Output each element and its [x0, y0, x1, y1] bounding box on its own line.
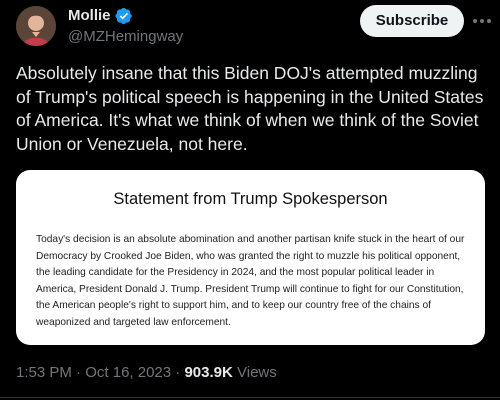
media-image[interactable]: Statement from Trump Spokesperson Today'…: [16, 170, 485, 345]
meta-separator: ·: [171, 364, 185, 381]
divider: [0, 397, 500, 398]
statement-body: Today's decision is an absolute abominat…: [36, 234, 465, 328]
views-label: Views: [232, 364, 277, 381]
tweet-text: Absolutely insane that this Biden DOJ's …: [16, 63, 484, 154]
profile-photo-icon: [16, 6, 56, 46]
verified-badge-icon: [115, 7, 132, 25]
display-name[interactable]: Mollie: [68, 7, 111, 25]
tweet-date[interactable]: Oct 16, 2023: [85, 364, 171, 381]
avatar[interactable]: [16, 6, 56, 46]
views-count: 903.9K: [184, 364, 233, 381]
name-row: Mollie: [68, 7, 133, 25]
tweet-time[interactable]: 1:53 PM: [16, 364, 72, 381]
tweet-header: Mollie @MZHemingway Subscribe: [0, 0, 500, 56]
more-options-icon[interactable]: [470, 9, 494, 33]
tweet-meta: 1:53 PM · Oct 16, 2023 · 903.9K Views: [16, 363, 277, 383]
meta-separator: ·: [71, 364, 86, 381]
subscribe-button[interactable]: Subscribe: [360, 5, 464, 37]
statement-title: Statement from Trump Spokesperson: [113, 190, 388, 208]
handle[interactable]: @MZHemingway: [68, 28, 183, 46]
